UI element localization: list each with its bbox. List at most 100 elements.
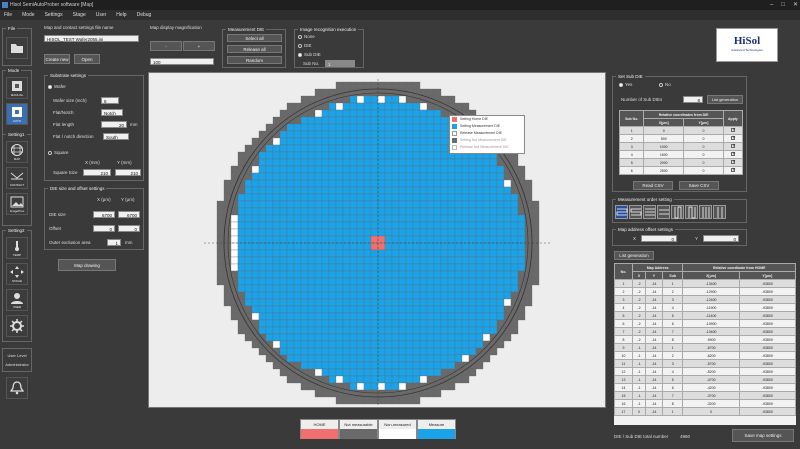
die-cell[interactable] xyxy=(433,116,442,125)
die-cell[interactable] xyxy=(468,284,477,293)
die-cell[interactable] xyxy=(405,263,414,272)
die-cell[interactable] xyxy=(489,312,498,321)
die-cell[interactable] xyxy=(335,305,344,314)
die-cell[interactable] xyxy=(370,277,379,286)
die-cell[interactable] xyxy=(349,137,358,146)
die-cell[interactable] xyxy=(286,305,295,314)
die-cell[interactable] xyxy=(321,193,330,202)
die-cell[interactable] xyxy=(398,375,407,384)
die-cell[interactable] xyxy=(468,312,477,321)
die-cell[interactable] xyxy=(517,256,526,265)
die-cell[interactable] xyxy=(384,277,393,286)
die-cell[interactable] xyxy=(363,207,372,216)
die-cell[interactable] xyxy=(314,291,323,300)
die-cell[interactable] xyxy=(314,333,323,342)
table-row[interactable]: 7 -2 -14 7 -10400 -93800 xyxy=(614,327,796,336)
die-cell[interactable] xyxy=(496,298,505,307)
die-cell[interactable] xyxy=(454,102,463,111)
die-cell[interactable] xyxy=(419,207,428,216)
die-cell[interactable] xyxy=(314,249,323,258)
die-cell[interactable] xyxy=(286,312,295,321)
die-cell[interactable] xyxy=(398,193,407,202)
die-cell[interactable] xyxy=(468,326,477,335)
die-cell[interactable] xyxy=(251,179,260,188)
die-cell[interactable] xyxy=(258,242,267,251)
die-cell[interactable] xyxy=(447,263,456,272)
die-cell[interactable] xyxy=(223,242,232,251)
sub-die-count-field[interactable]: 8 xyxy=(683,96,703,103)
die-cell[interactable] xyxy=(258,270,267,279)
die-cell[interactable] xyxy=(426,354,435,363)
die-cell[interactable] xyxy=(398,235,407,244)
die-cell[interactable] xyxy=(349,270,358,279)
die-cell[interactable] xyxy=(335,123,344,132)
die-cell[interactable] xyxy=(433,165,442,174)
die-cell[interactable] xyxy=(482,284,491,293)
die-cell[interactable] xyxy=(391,242,400,251)
die-cell[interactable] xyxy=(335,172,344,181)
order-raster-v-icon[interactable] xyxy=(699,205,712,219)
table-row[interactable]: 15 -1 -14 7 -3700 -93800 xyxy=(614,391,796,400)
die-cell[interactable] xyxy=(426,123,435,132)
die-cell[interactable] xyxy=(510,207,519,216)
die-cell[interactable] xyxy=(377,333,386,342)
die-cell[interactable] xyxy=(356,298,365,307)
map-table-container[interactable]: No. Map Address Relative coordinate from… xyxy=(614,263,796,425)
die-cell[interactable] xyxy=(356,193,365,202)
die-cell[interactable] xyxy=(321,284,330,293)
die-cell[interactable] xyxy=(391,137,400,146)
die-cell[interactable] xyxy=(307,151,316,160)
die-cell[interactable] xyxy=(230,277,239,286)
die-cell[interactable] xyxy=(244,291,253,300)
die-cell[interactable] xyxy=(461,284,470,293)
die-cell[interactable] xyxy=(475,186,484,195)
die-cell[interactable] xyxy=(314,312,323,321)
die-cell[interactable] xyxy=(300,158,309,167)
order-zigzag-v-icon[interactable] xyxy=(671,205,684,219)
die-cell[interactable] xyxy=(384,116,393,125)
die-cell[interactable] xyxy=(440,361,449,370)
die-cell[interactable] xyxy=(454,200,463,209)
die-cell[interactable] xyxy=(461,249,470,258)
die-cell[interactable] xyxy=(447,193,456,202)
die-cell[interactable] xyxy=(349,354,358,363)
die-cell[interactable] xyxy=(307,235,316,244)
die-cell[interactable] xyxy=(307,382,316,391)
die-cell[interactable] xyxy=(356,95,365,104)
die-cell[interactable] xyxy=(440,298,449,307)
die-cell[interactable] xyxy=(286,326,295,335)
die-cell[interactable] xyxy=(265,326,274,335)
die-cell[interactable] xyxy=(286,186,295,195)
die-cell[interactable] xyxy=(475,361,484,370)
menu-help[interactable]: Help xyxy=(116,10,126,20)
die-cell[interactable] xyxy=(426,242,435,251)
die-cell[interactable] xyxy=(384,186,393,195)
die-cell[interactable] xyxy=(300,312,309,321)
die-cell[interactable] xyxy=(230,242,239,251)
settings-button[interactable] xyxy=(6,315,28,337)
die-cell[interactable] xyxy=(370,88,379,97)
die-cell[interactable] xyxy=(398,179,407,188)
die-cell[interactable] xyxy=(454,179,463,188)
die-cell[interactable] xyxy=(447,319,456,328)
die-cell[interactable] xyxy=(286,319,295,328)
die-cell[interactable] xyxy=(503,228,512,237)
die-cell[interactable] xyxy=(321,172,330,181)
die-cell[interactable] xyxy=(503,305,512,314)
die-cell[interactable] xyxy=(321,130,330,139)
die-cell[interactable] xyxy=(335,312,344,321)
die-cell[interactable] xyxy=(461,340,470,349)
die-cell[interactable] xyxy=(293,284,302,293)
die-cell[interactable] xyxy=(377,228,386,237)
die-cell[interactable] xyxy=(300,179,309,188)
die-cell[interactable] xyxy=(405,277,414,286)
die-cell[interactable] xyxy=(279,193,288,202)
die-cell[interactable] xyxy=(447,326,456,335)
die-cell[interactable] xyxy=(307,256,316,265)
die-cell[interactable] xyxy=(265,221,274,230)
die-cell[interactable] xyxy=(307,263,316,272)
die-cell[interactable] xyxy=(363,158,372,167)
die-cell[interactable] xyxy=(300,382,309,391)
die-cell[interactable] xyxy=(300,242,309,251)
die-cell[interactable] xyxy=(461,242,470,251)
